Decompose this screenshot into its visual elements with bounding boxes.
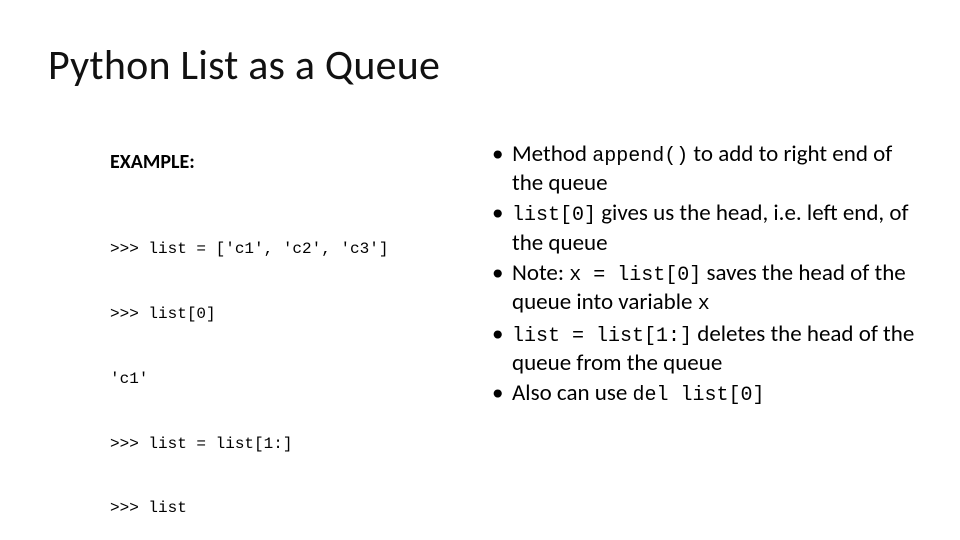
code-line: >>> list = ['c1', 'c2', 'c3'] [110,239,440,261]
bullet-item: list = list[1:] deletes the head of the … [490,320,920,377]
bullet-code: del list[0] [632,384,764,407]
example-label: EXAMPLE: [110,150,440,174]
bullet-code: append() [592,145,688,168]
bullet-code: x = list[0] [569,264,701,287]
bullet-text: Also can use [512,379,632,407]
bullet-code: list[0] [512,204,596,227]
code-block: >>> list = ['c1', 'c2', 'c3'] >>> list[0… [110,196,440,540]
bullet-list: Method append() to add to right end of t… [490,140,920,408]
slide-title: Python List as a Queue [48,40,440,91]
code-line: >>> list = list[1:] [110,434,440,456]
code-line: >>> list[0] [110,304,440,326]
code-line: 'c1' [110,369,440,391]
bullet-item: Note: x = list[0] saves the head of the … [490,259,920,318]
bullet-item: Method append() to add to right end of t… [490,140,920,197]
slide: Python List as a Queue EXAMPLE: >>> list… [0,0,960,540]
left-column: EXAMPLE: >>> list = ['c1', 'c2', 'c3'] >… [110,150,440,540]
right-column: Method append() to add to right end of t… [490,140,920,410]
bullet-text: Method [512,140,592,168]
code-line: >>> list [110,498,440,520]
bullet-item: Also can use del list[0] [490,379,920,408]
bullet-code: x [698,293,710,316]
bullet-text: Note: [512,259,569,287]
bullet-code: list = list[1:] [512,325,692,348]
bullet-item: list[0] gives us the head, i.e. left end… [490,199,920,256]
